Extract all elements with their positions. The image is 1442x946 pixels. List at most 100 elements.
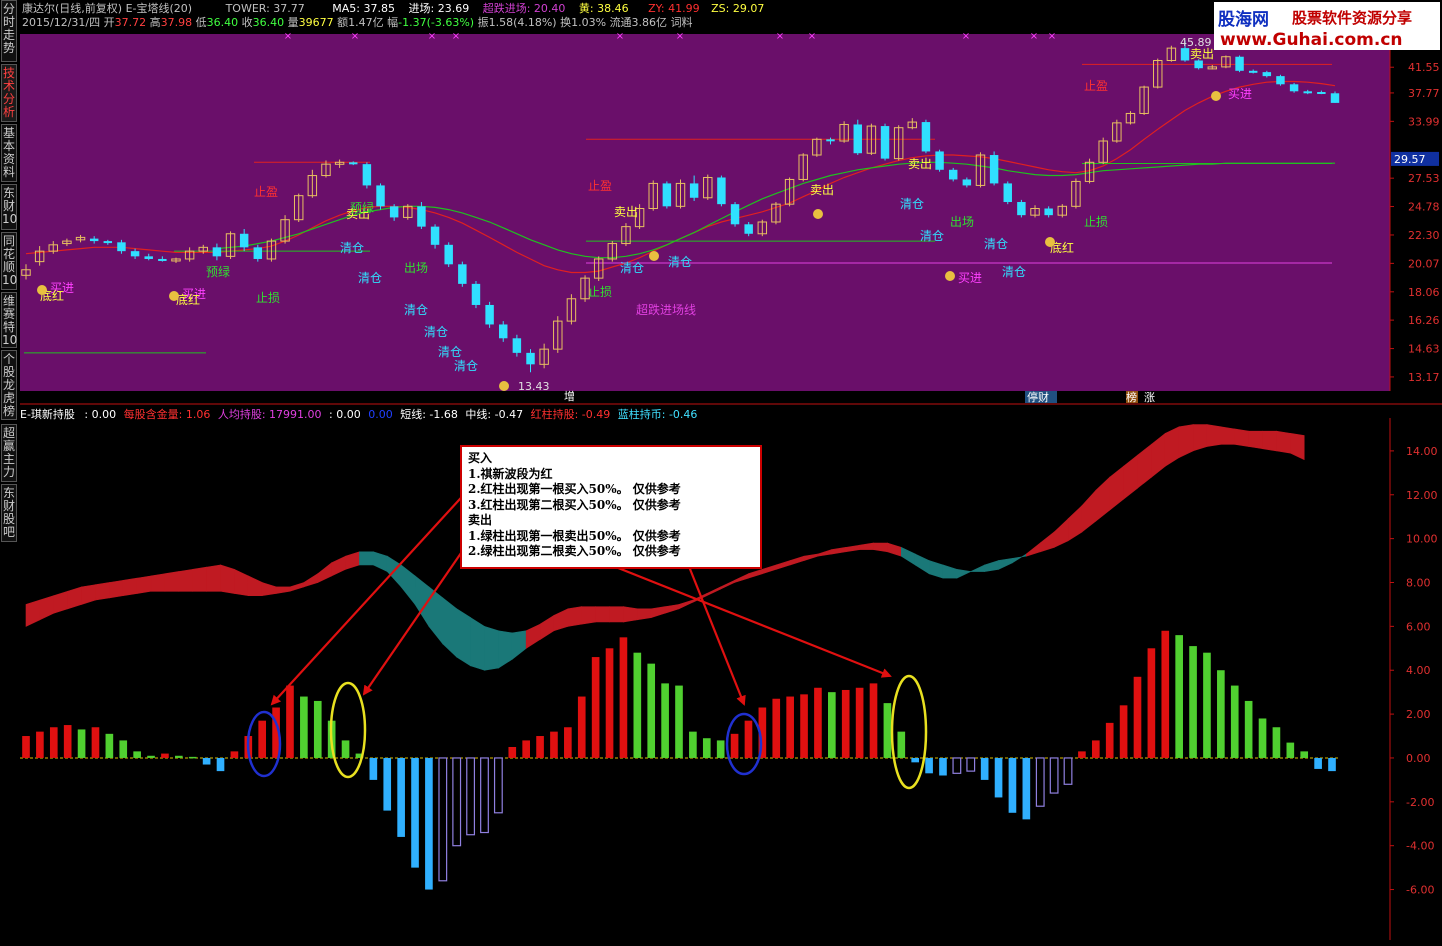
signal-label: 清仓 <box>358 271 382 285</box>
candle-down <box>376 185 385 207</box>
candle-down <box>1317 92 1326 95</box>
signal-label: 买进 <box>1228 87 1252 101</box>
signal-label: 预绿 <box>206 264 230 279</box>
signal-label: 出场 <box>950 215 974 229</box>
indicator-bar <box>619 637 628 758</box>
current-price-label: 29.57 <box>1394 153 1426 166</box>
signal-label: 卖出 <box>908 157 932 171</box>
event-tag: 涨 <box>1144 391 1155 404</box>
indicator-bar <box>869 683 878 758</box>
signal-label: 清仓 <box>984 237 1008 251</box>
candle-down <box>880 126 890 159</box>
event-tag: 榜 <box>1126 390 1137 404</box>
signal-label: 清仓 <box>424 325 448 339</box>
band-segment <box>900 546 916 566</box>
logo-slogan: 股票软件资源分享 <box>1292 9 1413 27</box>
candle-down <box>1303 91 1312 94</box>
band-segment <box>81 584 96 605</box>
candle-down <box>730 204 740 225</box>
signal-label: 清仓 <box>620 261 644 275</box>
band-segment <box>317 562 332 583</box>
indicator-bar <box>744 720 753 758</box>
indicator-bar <box>1105 722 1114 758</box>
signal-label: 清仓 <box>454 359 478 373</box>
band-segment <box>39 595 55 621</box>
band-segment <box>109 579 124 599</box>
indicator-bar <box>36 731 44 758</box>
indicator-name: E-琪新持股 <box>20 408 75 421</box>
indicator-bar <box>1300 751 1309 758</box>
indicator-bar <box>77 729 86 758</box>
band-segment <box>470 617 485 671</box>
indicator-bar <box>300 696 308 758</box>
candle-down <box>921 122 931 152</box>
band-segment <box>1026 542 1041 557</box>
indicator-bar <box>425 757 433 890</box>
band-segment <box>956 568 972 579</box>
band-segment <box>1290 433 1305 461</box>
top-marker: × <box>428 31 436 42</box>
candle-down <box>103 241 113 244</box>
gold-per-share: 每股含金量: 1.06 <box>123 408 211 421</box>
indicator-bar <box>897 731 906 758</box>
indicator-bar <box>1119 705 1128 758</box>
indicator-tick-label: 0.00 <box>1406 752 1431 765</box>
annotation-line: 1.绿柱出现第一根卖出50%。 仅供参考 <box>468 528 681 543</box>
lower-header: E-琪新持股 : 0.00 每股含金量: 1.06 人均持股: 17991.00… <box>20 406 697 422</box>
candle-down <box>1235 56 1244 71</box>
indicator-bar <box>911 757 920 763</box>
band-segment <box>206 564 221 592</box>
band-segment <box>164 571 180 592</box>
indicator-bar <box>550 731 558 758</box>
money-bag-icon <box>169 291 179 301</box>
candle-down <box>989 155 999 184</box>
indicator-bar <box>980 757 989 780</box>
band-segment <box>122 577 138 597</box>
band-segment <box>1248 430 1263 450</box>
band-segment <box>887 542 902 557</box>
avg-holding: 人均持股: 17991.00 <box>217 408 322 421</box>
indicator-bar <box>605 648 614 758</box>
indicator-bar <box>91 727 100 758</box>
indicator-bar <box>452 757 462 847</box>
indicator-bar <box>188 756 197 759</box>
top-marker: × <box>452 31 460 42</box>
candle-down <box>471 283 481 305</box>
band-segment <box>498 630 513 669</box>
band-segment <box>67 586 82 610</box>
indicator-bar <box>702 738 711 758</box>
indicator-bar <box>883 703 892 758</box>
signal-label: 出场 <box>404 261 428 275</box>
top-marker: × <box>1030 31 1038 42</box>
candle-down <box>744 224 753 234</box>
band-segment <box>1262 430 1277 452</box>
mid-line: 中线: -0.47 <box>465 408 524 421</box>
indicator-bar <box>1189 646 1197 758</box>
indicator-bar <box>493 757 503 814</box>
indicator-bar <box>438 757 448 882</box>
signal-label: 清仓 <box>340 241 364 255</box>
band-segment <box>484 625 499 671</box>
candle-down <box>662 183 672 207</box>
indicator-bar <box>577 696 586 758</box>
indicator-tick-label: 2.00 <box>1406 708 1431 721</box>
candle-down <box>1276 76 1285 85</box>
band-segment <box>178 568 194 592</box>
band-segment <box>650 606 666 618</box>
candle-down <box>444 244 453 265</box>
indicator-bar <box>369 757 378 780</box>
band-segment <box>95 582 110 601</box>
candle-down <box>526 352 535 365</box>
band-segment <box>1220 426 1236 445</box>
band-segment <box>942 564 958 579</box>
indicator-tick-label: -4.00 <box>1406 840 1434 853</box>
candle-down <box>362 164 372 186</box>
band-segment <box>1276 430 1291 454</box>
indicator-bar <box>855 687 864 758</box>
annotation-line: 2.绿柱出现第二根卖入50%。 仅供参考 <box>468 544 681 558</box>
candle-down <box>962 179 972 186</box>
signal-label: 超跌进场线 <box>636 302 696 317</box>
candle-down <box>485 304 494 325</box>
indicator-bar <box>1049 757 1059 794</box>
band-segment <box>1234 428 1249 447</box>
